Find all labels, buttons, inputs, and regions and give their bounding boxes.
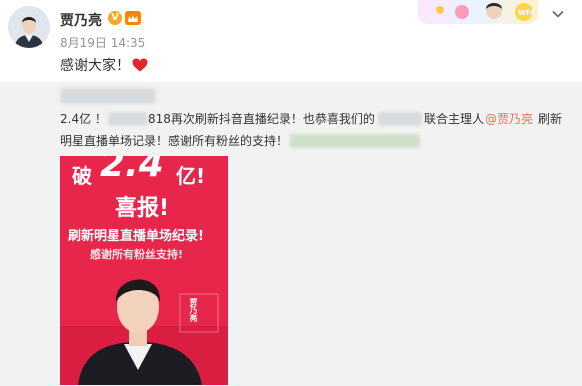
poster-name-tag: 贾乃亮 — [189, 298, 198, 322]
weibo-post: 贾乃亮 V 8月19日 14:35 WFF 感谢大家！ 2.4亿 ！ 818再次… — [0, 0, 582, 386]
username[interactable]: 贾乃亮 — [60, 10, 102, 30]
repost-text-line2: 明星直播单场记录！感谢所有粉丝的支持！ — [60, 134, 289, 148]
repost-text-cohost: 联合主理人 — [424, 112, 485, 126]
svg-text:WFF: WFF — [518, 9, 536, 17]
profile-decoration: WFF — [418, 0, 538, 24]
vip-crown-icon — [125, 11, 141, 25]
poster-headline-suffix: 亿! — [176, 164, 206, 188]
avatar[interactable] — [8, 6, 50, 48]
verified-v-icon: V — [108, 11, 122, 25]
redacted-author — [60, 88, 156, 104]
poster-headline-number: 2.4 — [100, 156, 164, 185]
chevron-down-icon[interactable] — [550, 6, 566, 22]
repost-text-main: 818再次刷新抖音直播纪录！也恭喜我们的 — [148, 112, 375, 126]
poster-good-news: 喜报! — [115, 196, 170, 221]
post-text: 感谢大家！ — [60, 58, 130, 74]
poster-headline-prefix: 破 — [72, 164, 92, 188]
avatar-image — [8, 6, 50, 48]
poster-image[interactable]: 破 2.4 亿! 喜报! 刷新明星直播单场纪录! 感谢所有粉丝支持! 贾乃亮 — [60, 156, 228, 385]
redacted-text — [378, 112, 422, 126]
poster-thanks: 感谢所有粉丝支持! — [90, 248, 184, 261]
post-timestamp[interactable]: 8月19日 14:35 — [60, 34, 145, 51]
mention-link[interactable]: @贾乃亮 — [485, 111, 533, 127]
red-heart-icon — [132, 58, 148, 72]
repost-text-refresh: 刷新 — [538, 112, 563, 126]
redacted-link — [290, 134, 420, 148]
redacted-text — [108, 112, 148, 126]
repost-card[interactable]: 2.4亿 ！ 818再次刷新抖音直播纪录！也恭喜我们的 联合主理人 @贾乃亮 刷… — [0, 82, 582, 386]
poster-record: 刷新明星直播单场纪录! — [68, 229, 204, 244]
repost-text-amount: 2.4亿 ！ — [60, 112, 107, 126]
